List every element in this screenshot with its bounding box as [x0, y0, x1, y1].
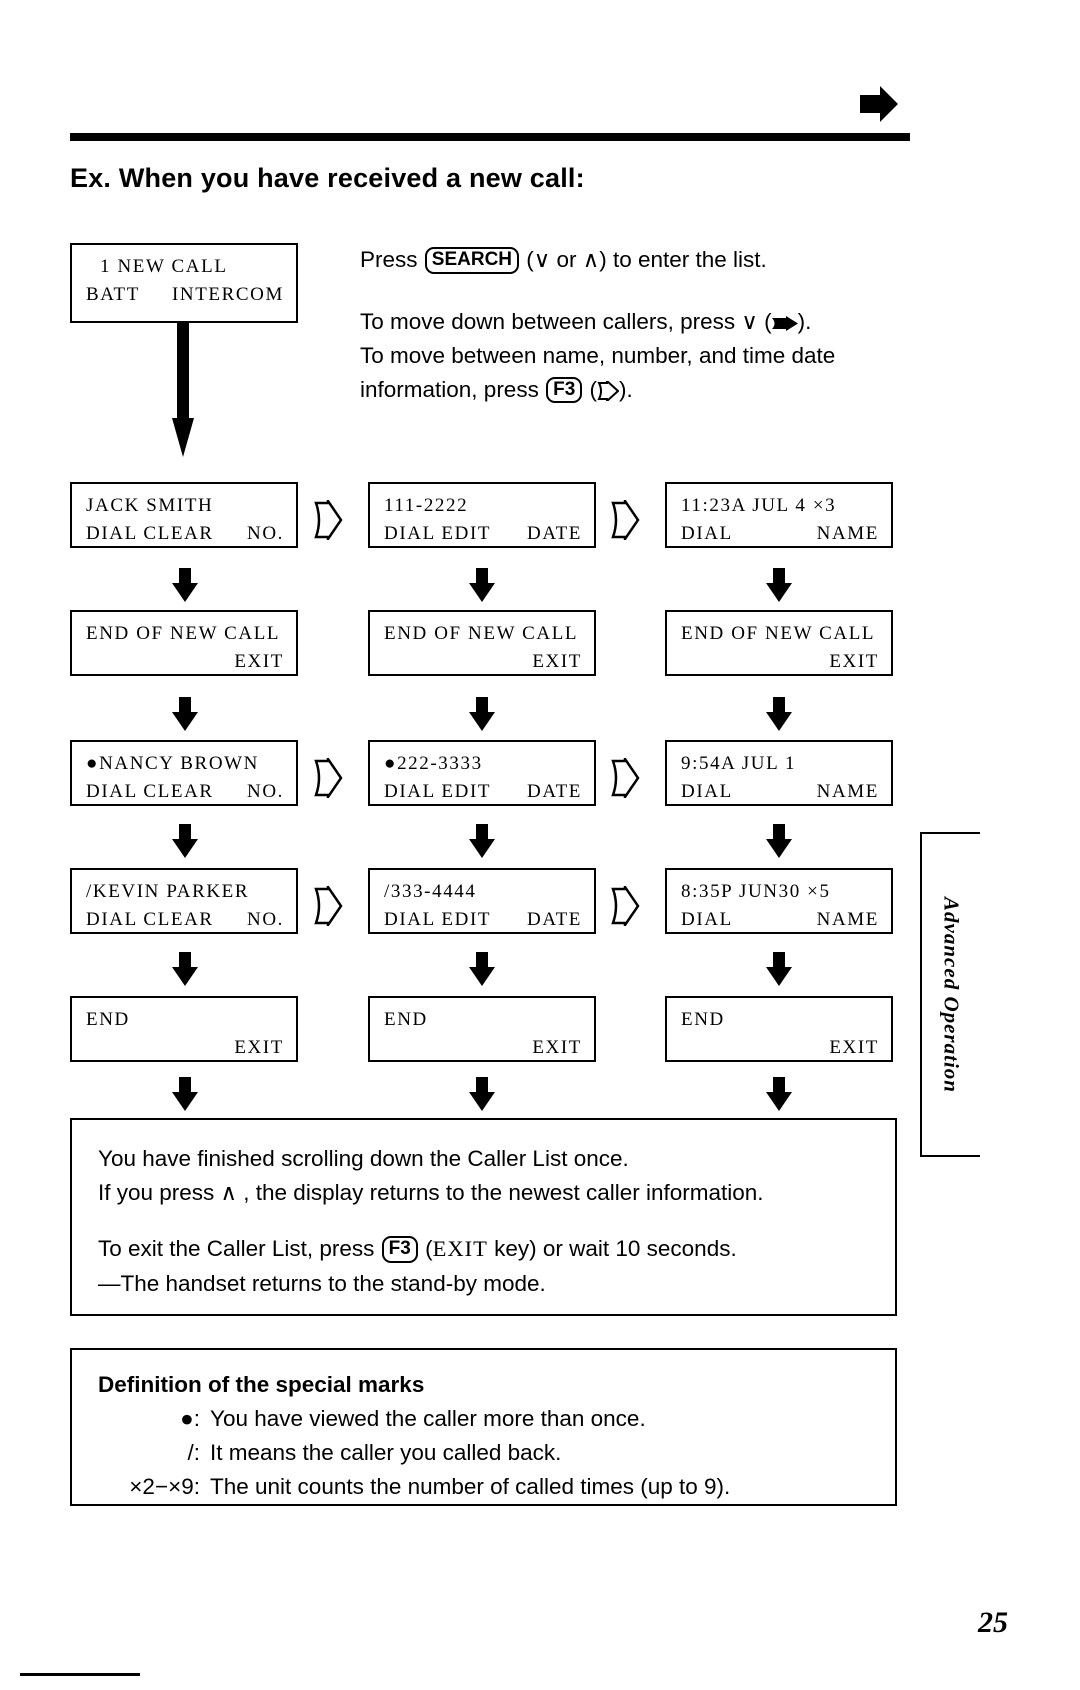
lcd-line-2: DIAL NAME: [681, 522, 879, 544]
lcd-time-nancy-brown: 9:54A JUL 1 DIAL NAME: [665, 740, 893, 806]
flow-arrow-down-icon: [172, 697, 198, 731]
lcd-line-1: ●222-3333: [384, 753, 483, 774]
lcd-line-2: DIAL NAME: [681, 908, 879, 930]
f3-key-label[interactable]: F3: [546, 376, 583, 404]
lcd-line-2: DIAL EDIT DATE: [384, 908, 582, 930]
lcd-line-2: EXIT: [234, 1036, 284, 1058]
flow-arrow-down-icon: [469, 568, 495, 602]
lcd-line-2: DIAL CLEAR NO.: [86, 780, 284, 802]
flow-arrow-down-icon: [766, 952, 792, 986]
lcd-line-1: END OF NEW CALL: [681, 623, 876, 644]
note-line-standby: —The handset returns to the stand-by mod…: [98, 1270, 546, 1296]
flow-arrow-right-icon: [313, 496, 343, 544]
instruction-enter-list: Press SEARCH (∨ or ∧) to enter the list.: [360, 247, 767, 274]
manual-page: Ex. When you have received a new call: 1…: [0, 0, 1080, 1690]
lcd-end-of-new-call-3: END OF NEW CALL EXIT: [665, 610, 893, 676]
f3-key-label[interactable]: F3: [381, 1236, 418, 1264]
flow-arrow-down-icon: [766, 697, 792, 731]
lcd-line-2: DIAL EDIT DATE: [384, 780, 582, 802]
lcd-line-1: END: [384, 1009, 428, 1030]
special-mark-row: ×2−×9: The unit counts the number of cal…: [129, 1473, 731, 1499]
lcd-line-2: EXIT: [532, 1036, 582, 1058]
flow-arrow-right-icon: [610, 496, 640, 544]
lcd-line-2: EXIT: [532, 650, 582, 672]
right-arrow-outline-glyph-icon: [597, 377, 620, 403]
lcd-line-2: DIAL NAME: [681, 780, 879, 802]
flow-arrow-down-icon: [469, 952, 495, 986]
lcd-line-1: END: [681, 1009, 725, 1030]
flow-arrow-down-icon: [766, 1077, 792, 1111]
lcd-line-1: 11:23A JUL 4 ×3: [681, 495, 837, 516]
lcd-line-1: END OF NEW CALL: [384, 623, 579, 644]
lcd-line-1: /KEVIN PARKER: [86, 881, 250, 902]
note-line-press-up: If you press ∧ , the display returns to …: [98, 1180, 764, 1206]
flow-arrow-down-icon: [766, 568, 792, 602]
lcd-line-2: EXIT: [234, 650, 284, 672]
lcd-line-1: END: [86, 1009, 130, 1030]
lcd-line-1: ●NANCY BROWN: [86, 753, 259, 774]
flow-arrow-down-icon: [172, 568, 198, 602]
flow-arrow-down-icon: [172, 824, 198, 858]
flow-arrow-right-icon: [313, 882, 343, 930]
lcd-line-1: /333-4444: [384, 881, 477, 902]
lcd-line-1: END OF NEW CALL: [86, 623, 281, 644]
note-special-marks: Definition of the special marks ●: You h…: [70, 1348, 897, 1506]
special-marks-title: Definition of the special marks: [98, 1372, 425, 1397]
flow-arrow-down-large-icon: [172, 322, 194, 457]
flow-arrow-right-icon: [610, 754, 640, 802]
exit-key-label: EXIT: [432, 1236, 488, 1262]
footer-rule: [20, 1673, 140, 1676]
lcd-line-1: JACK SMITH: [86, 495, 214, 516]
lcd-line-2: DIAL EDIT DATE: [384, 522, 582, 544]
lcd-line-2: BATT INTERCOM: [86, 283, 284, 305]
flow-arrow-right-icon: [313, 754, 343, 802]
lcd-line-2: EXIT: [829, 650, 879, 672]
lcd-number-kevin-parker: /333-4444 DIAL EDIT DATE: [368, 868, 596, 934]
flow-arrow-down-icon: [469, 1077, 495, 1111]
page-number: 25: [978, 1606, 1008, 1639]
page-title: Ex. When you have received a new call:: [70, 163, 585, 193]
lcd-line-1: 8:35P JUN30 ×5: [681, 881, 831, 902]
down-arrow-glyph-icon: [771, 309, 798, 334]
instruction-press-f3-line: information, press F3 ().: [360, 376, 633, 404]
lcd-end-1: END EXIT: [70, 996, 298, 1062]
lcd-line-2: DIAL CLEAR NO.: [86, 522, 284, 544]
lcd-line-1: 1 NEW CALL: [100, 256, 228, 277]
lcd-time-jack-smith: 11:23A JUL 4 ×3 DIAL NAME: [665, 482, 893, 548]
flow-arrow-down-icon: [172, 952, 198, 986]
right-arrow-marker-icon: [858, 84, 900, 124]
lcd-name-jack-smith: JACK SMITH DIAL CLEAR NO.: [70, 482, 298, 548]
lcd-end-3: END EXIT: [665, 996, 893, 1062]
side-tab-advanced-operation: Advanced Operation: [920, 832, 980, 1157]
flow-arrow-down-icon: [766, 824, 792, 858]
instruction-navigation: To move down between callers, press ∨ ()…: [360, 305, 835, 406]
note-caller-list-scroll: You have finished scrolling down the Cal…: [70, 1118, 897, 1316]
special-mark-row: /: It means the caller you called back.: [187, 1439, 562, 1465]
side-tab-label: Advanced Operation: [939, 896, 964, 1093]
lcd-initial-display: 1 NEW CALL BATT INTERCOM: [70, 243, 298, 323]
lcd-line-2: EXIT: [829, 1036, 879, 1058]
lcd-number-nancy-brown: ●222-3333 DIAL EDIT DATE: [368, 740, 596, 806]
lcd-number-jack-smith: 111-2222 DIAL EDIT DATE: [368, 482, 596, 548]
lcd-end-2: END EXIT: [368, 996, 596, 1062]
lcd-time-kevin-parker: 8:35P JUN30 ×5 DIAL NAME: [665, 868, 893, 934]
flow-arrow-down-icon: [172, 1077, 198, 1111]
flow-arrow-right-icon: [610, 882, 640, 930]
search-key-label[interactable]: SEARCH: [424, 247, 520, 274]
lcd-line-1: 9:54A JUL 1: [681, 753, 797, 774]
lcd-name-nancy-brown: ●NANCY BROWN DIAL CLEAR NO.: [70, 740, 298, 806]
note-line-finished: You have finished scrolling down the Cal…: [98, 1146, 629, 1171]
flow-arrow-down-icon: [469, 824, 495, 858]
lcd-end-of-new-call-2: END OF NEW CALL EXIT: [368, 610, 596, 676]
instruction-move-down-line: To move down between callers, press ∨ ()…: [360, 309, 812, 334]
special-mark-row: ●: You have viewed the caller more than …: [180, 1406, 646, 1431]
flow-arrow-down-icon: [469, 697, 495, 731]
header-rule: [70, 133, 910, 141]
lcd-line-2: DIAL CLEAR NO.: [86, 908, 284, 930]
lcd-end-of-new-call-1: END OF NEW CALL EXIT: [70, 610, 298, 676]
lcd-name-kevin-parker: /KEVIN PARKER DIAL CLEAR NO.: [70, 868, 298, 934]
note-line-exit: To exit the Caller List, press F3 (EXIT …: [98, 1236, 737, 1264]
lcd-line-1: 111-2222: [384, 495, 469, 516]
instruction-move-between-line: To move between name, number, and time d…: [360, 342, 836, 368]
